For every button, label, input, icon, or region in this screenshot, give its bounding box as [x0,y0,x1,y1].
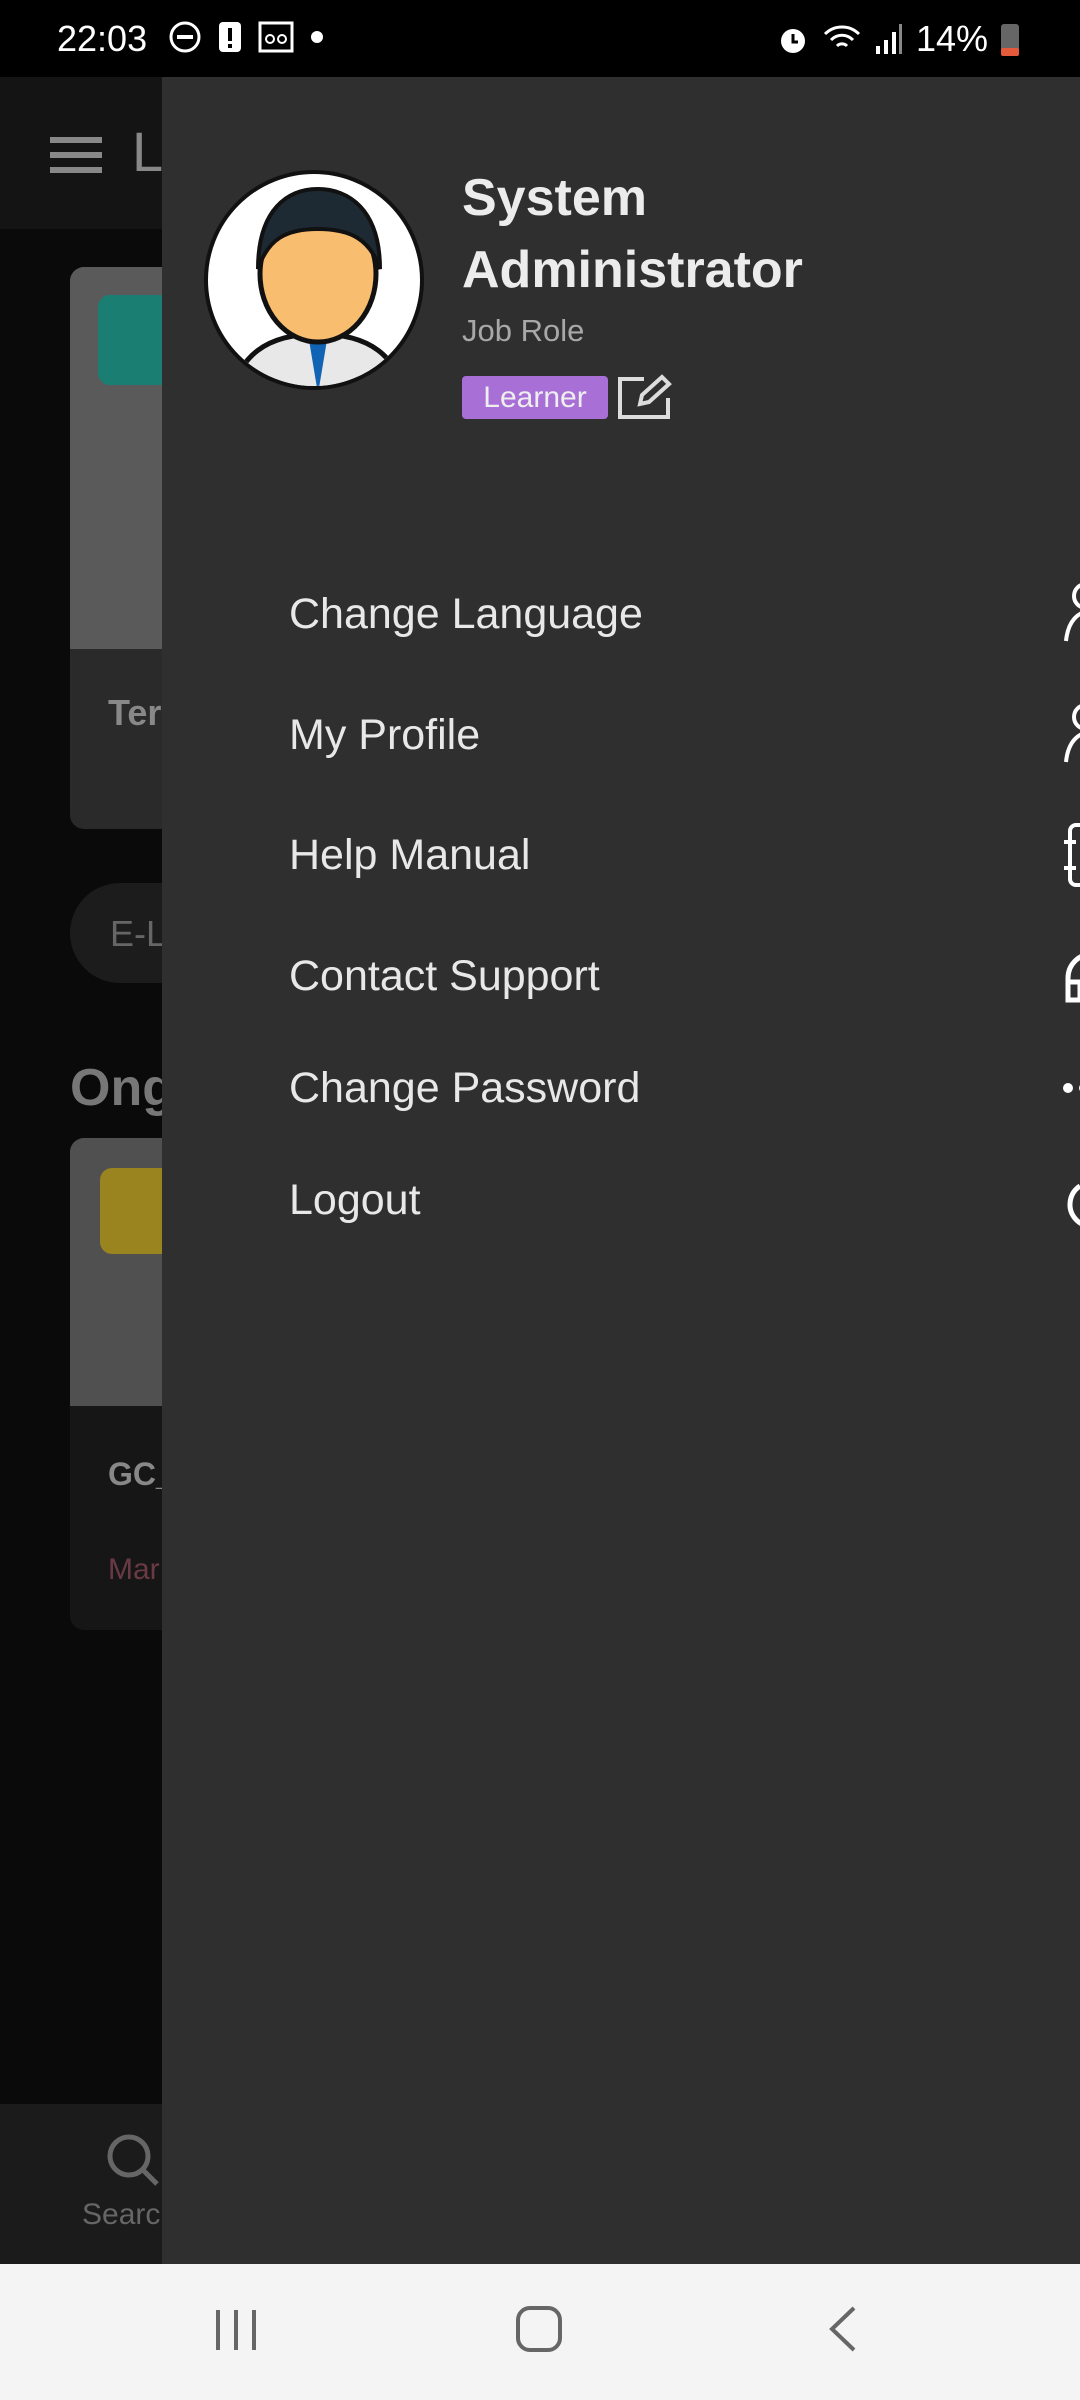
user-more-icon [1064,704,1080,763]
menu-label: Change Password [289,1063,641,1112]
avatar[interactable] [204,170,424,390]
home-icon[interactable] [514,2304,564,2354]
hamburger-menu-icon[interactable] [50,137,102,173]
wifi-icon [823,25,860,48]
chip-label: E-L [110,913,167,954]
menu-help-manual[interactable]: Help Manual [289,815,1080,895]
signal-icon [875,24,902,54]
status-time: 22:03 [57,18,148,59]
menu-label: Contact Support [289,951,600,1000]
menu-label: Change Language [289,589,643,638]
status-bar: 22:03 14% [0,0,1080,77]
edit-icon[interactable] [614,374,674,422]
search-icon[interactable] [105,2132,161,2188]
menu-change-password[interactable]: Change Password [289,1048,1080,1128]
notebook-icon [1064,823,1080,887]
job-role: Job Role [462,313,585,348]
alert-icon [219,22,241,52]
back-icon[interactable] [820,2304,870,2354]
alarm-icon [780,29,805,53]
password-icon [1063,1083,1080,1093]
user-more-icon [1064,583,1080,642]
menu-logout[interactable]: Logout [289,1160,1080,1240]
menu-label: Help Manual [289,830,531,879]
headphones-icon [1065,954,1080,1003]
voicemail-icon [258,21,294,53]
role-badge[interactable]: Learner [462,376,608,419]
battery-percent: 14% [915,18,988,59]
app-title: L [132,120,164,183]
dot-icon [311,31,323,43]
course-subtitle: Mar [108,1553,160,1586]
course-title: Ter [108,692,162,733]
menu-change-language[interactable]: Change Language [289,574,1080,654]
tab-search[interactable]: Searc [82,2198,160,2232]
recent-apps-icon[interactable] [212,2304,262,2354]
power-icon [1067,1183,1080,1226]
battery-icon [1001,24,1019,56]
menu-label: Logout [289,1175,421,1224]
menu-my-profile[interactable]: My Profile [289,695,1080,775]
dnd-icon [169,21,201,53]
navigation-drawer: System Administrator Job Role Learner Ch… [162,77,1080,2264]
menu-contact-support[interactable]: Contact Support [289,936,1080,1016]
menu-label: My Profile [289,710,481,759]
section-title: Ong [70,1059,174,1117]
user-name: System Administrator [462,169,803,299]
system-nav-bar [0,2264,1080,2400]
